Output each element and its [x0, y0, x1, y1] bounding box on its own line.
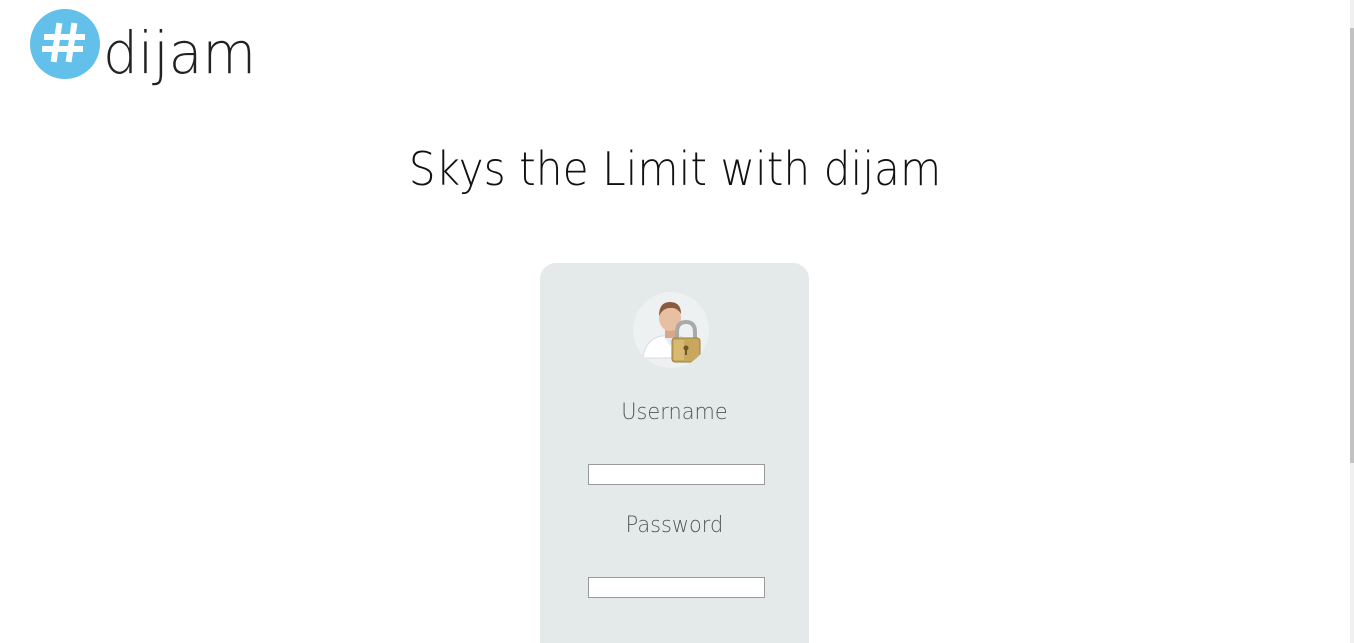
scrollbar-track[interactable] [1350, 0, 1354, 643]
scrollbar-thumb[interactable] [1350, 28, 1354, 463]
page-title: Skys the Limit with dijam [408, 142, 942, 196]
password-label: Password [625, 513, 724, 538]
page: dijam Skys the Limit with dijam Username… [0, 0, 1354, 643]
password-input[interactable] [588, 577, 765, 598]
hashtag-icon [30, 9, 100, 79]
username-label: Username [621, 400, 728, 425]
user-lock-icon [633, 292, 709, 368]
login-card: Username Password [540, 263, 809, 643]
logo-text: dijam [103, 19, 257, 87]
username-input[interactable] [588, 464, 765, 485]
logo[interactable]: dijam [30, 9, 264, 83]
